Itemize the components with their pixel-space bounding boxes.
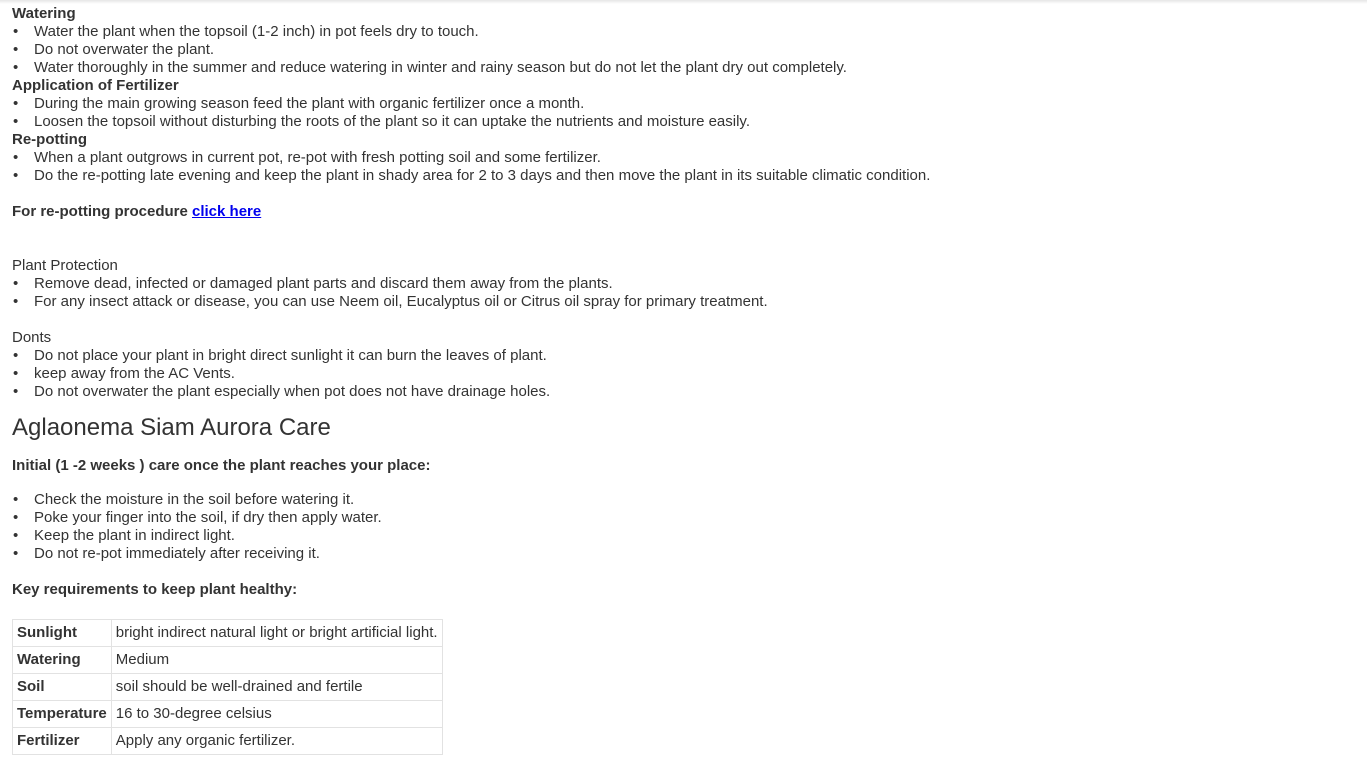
table-row: Watering Medium bbox=[12, 646, 443, 674]
list-item: Do not overwater the plant especially wh… bbox=[12, 383, 1352, 401]
repotting-procedure: For re-potting procedure click here bbox=[12, 203, 1352, 221]
key-requirements-title: Key requirements to keep plant healthy: bbox=[12, 581, 298, 598]
list-item: Poke your finger into the soil, if dry t… bbox=[12, 509, 1352, 527]
table-cell-value: Apply any organic fertilizer. bbox=[110, 727, 443, 755]
list-item: Check the moisture in the soil before wa… bbox=[12, 491, 1352, 509]
table-cell-value: Medium bbox=[110, 646, 443, 674]
repotting-procedure-label: For re-potting procedure bbox=[12, 203, 192, 220]
repotting-list: When a plant outgrows in current pot, re… bbox=[12, 149, 1352, 185]
repotting-title: Re-potting bbox=[12, 131, 87, 148]
list-item: During the main growing season feed the … bbox=[12, 95, 1352, 113]
table-cell-label: Sunlight bbox=[12, 619, 112, 647]
watering-list: Water the plant when the topsoil (1-2 in… bbox=[12, 23, 1352, 77]
list-item: Water the plant when the topsoil (1-2 in… bbox=[12, 23, 1352, 41]
table-cell-value: soil should be well-drained and fertile bbox=[110, 673, 443, 701]
care-heading: Aglaonema Siam Aurora Care bbox=[12, 414, 331, 441]
requirements-table: Sunlight bright indirect natural light o… bbox=[12, 619, 443, 755]
donts-list: Do not place your plant in bright direct… bbox=[12, 347, 1352, 401]
article-content: Watering Water the plant when the topsoi… bbox=[12, 0, 1352, 755]
table-cell-value: 16 to 30-degree celsius bbox=[110, 700, 443, 728]
table-row: Temperature 16 to 30-degree celsius bbox=[12, 700, 443, 728]
fertilizer-list: During the main growing season feed the … bbox=[12, 95, 1352, 131]
table-row: Soil soil should be well-drained and fer… bbox=[12, 673, 443, 701]
table-cell-label: Watering bbox=[12, 646, 112, 674]
list-item: For any insect attack or disease, you ca… bbox=[12, 293, 1352, 311]
watering-title: Watering bbox=[12, 5, 76, 22]
table-cell-label: Temperature bbox=[12, 700, 112, 728]
table-cell-label: Soil bbox=[12, 673, 112, 701]
list-item: Do not place your plant in bright direct… bbox=[12, 347, 1352, 365]
donts-title: Donts bbox=[12, 329, 52, 346]
table-cell-label: Fertilizer bbox=[12, 727, 112, 755]
table-row: Sunlight bright indirect natural light o… bbox=[12, 619, 443, 647]
protection-list: Remove dead, infected or damaged plant p… bbox=[12, 275, 1352, 311]
list-item: Do not overwater the plant. bbox=[12, 41, 1352, 59]
list-item: Keep the plant in indirect light. bbox=[12, 527, 1352, 545]
table-cell-value: bright indirect natural light or bright … bbox=[110, 619, 443, 647]
list-item: Loosen the topsoil without disturbing th… bbox=[12, 113, 1352, 131]
click-here-link[interactable]: click here bbox=[192, 203, 261, 220]
list-item: Do not re-pot immediately after receivin… bbox=[12, 545, 1352, 563]
protection-title: Plant Protection bbox=[12, 257, 118, 274]
list-item: Do the re-potting late evening and keep … bbox=[12, 167, 1352, 185]
list-item: Water thoroughly in the summer and reduc… bbox=[12, 59, 1352, 77]
list-item: When a plant outgrows in current pot, re… bbox=[12, 149, 1352, 167]
table-row: Fertilizer Apply any organic fertilizer. bbox=[12, 727, 443, 755]
initial-care-list: Check the moisture in the soil before wa… bbox=[12, 491, 1352, 563]
list-item: keep away from the AC Vents. bbox=[12, 365, 1352, 383]
initial-care-title: Initial (1 -2 weeks ) care once the plan… bbox=[12, 457, 431, 474]
fertilizer-title: Application of Fertilizer bbox=[12, 77, 179, 94]
list-item: Remove dead, infected or damaged plant p… bbox=[12, 275, 1352, 293]
